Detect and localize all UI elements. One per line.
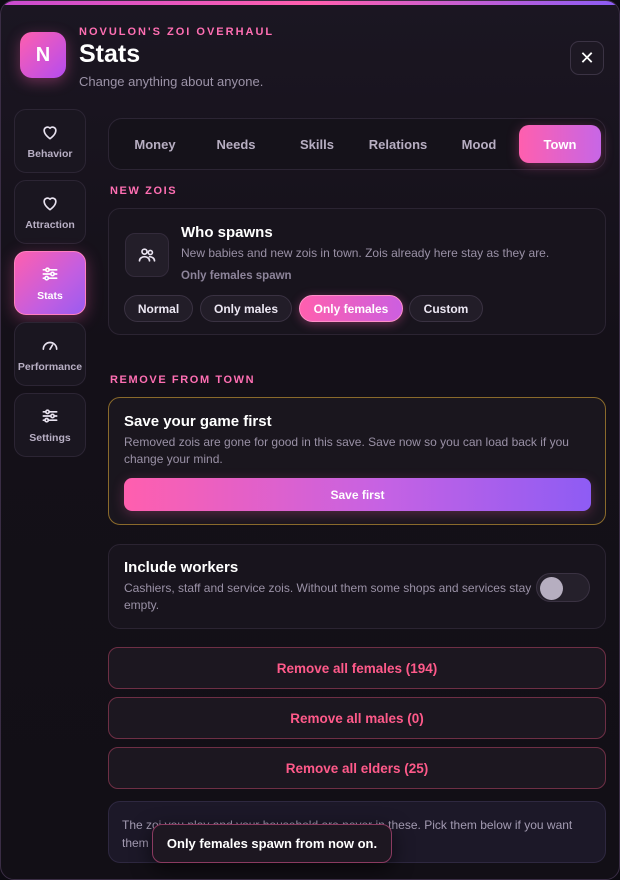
sidebar-item-label: Performance bbox=[17, 361, 83, 373]
sidebar-item-behavior[interactable]: Behavior bbox=[14, 109, 86, 173]
tab-needs[interactable]: Needs bbox=[196, 125, 276, 163]
save-warning-title: Save your game first bbox=[124, 413, 272, 430]
save-warning-description: Removed zois are gone for good in this s… bbox=[124, 435, 569, 466]
sidebar-item-label: Attraction bbox=[25, 219, 75, 231]
heart-outline-icon bbox=[43, 126, 57, 140]
section-label-new-zois: NEW ZOIS bbox=[110, 185, 178, 197]
tab-relations[interactable]: Relations bbox=[358, 125, 438, 163]
tab-bar: Money Needs Skills Relations Mood Town bbox=[108, 118, 606, 170]
spawn-option-custom[interactable]: Custom bbox=[409, 295, 483, 322]
include-workers-description: Cashiers, staff and service zois. Withou… bbox=[124, 581, 532, 612]
spawn-option-only-males[interactable]: Only males bbox=[200, 295, 292, 322]
include-workers-toggle[interactable] bbox=[536, 573, 590, 602]
sidebar-item-label: Settings bbox=[29, 432, 71, 444]
remove-all-females-button[interactable]: Remove all females (194) bbox=[108, 647, 606, 689]
include-workers-title: Include workers bbox=[124, 559, 239, 576]
spawn-option-normal[interactable]: Normal bbox=[124, 295, 193, 322]
app-kicker: NOVULON'S ZOI OVERHAUL bbox=[79, 26, 275, 38]
top-accent-bar bbox=[1, 1, 619, 5]
toggle-knob bbox=[540, 577, 563, 600]
sliders-icon bbox=[42, 409, 58, 423]
tab-mood[interactable]: Mood bbox=[439, 125, 519, 163]
tab-skills[interactable]: Skills bbox=[277, 125, 357, 163]
app-logo: N bbox=[20, 32, 66, 78]
who-spawns-description: New babies and new zois in town. Zois al… bbox=[181, 246, 550, 260]
sidebar-item-attraction[interactable]: Attraction bbox=[14, 180, 86, 244]
close-icon: ✕ bbox=[579, 47, 595, 68]
sidebar-item-label: Stats bbox=[37, 290, 63, 302]
sidebar-item-label: Behavior bbox=[27, 148, 73, 160]
spawn-option-only-females[interactable]: Only females bbox=[299, 295, 403, 322]
people-icon bbox=[125, 233, 169, 277]
include-workers-card: Include workers Cashiers, staff and serv… bbox=[108, 544, 606, 629]
sidebar-item-settings[interactable]: Settings bbox=[14, 393, 86, 457]
page-subtitle: Change anything about anyone. bbox=[79, 74, 264, 89]
sidebar-item-stats[interactable]: Stats bbox=[14, 251, 86, 315]
remove-all-elders-button[interactable]: Remove all elders (25) bbox=[108, 747, 606, 789]
stats-panel: N NOVULON'S ZOI OVERHAUL Stats Change an… bbox=[0, 0, 620, 880]
page-title: Stats bbox=[79, 40, 141, 68]
sliders-icon bbox=[42, 267, 58, 281]
who-spawns-card: Who spawns New babies and new zois in to… bbox=[108, 208, 606, 335]
gauge-icon bbox=[42, 341, 58, 350]
section-label-remove-from-town: REMOVE FROM TOWN bbox=[110, 374, 256, 386]
tab-money[interactable]: Money bbox=[115, 125, 195, 163]
heart-icon bbox=[43, 197, 57, 211]
who-spawns-title: Who spawns bbox=[181, 224, 273, 241]
save-first-button[interactable]: Save first bbox=[124, 478, 591, 511]
save-warning-card: Save your game first Removed zois are go… bbox=[108, 397, 606, 525]
toast-notification: Only females spawn from now on. bbox=[152, 824, 392, 863]
tab-town[interactable]: Town bbox=[519, 125, 601, 163]
who-spawns-status: Only females spawn bbox=[181, 270, 292, 282]
close-button[interactable]: ✕ bbox=[570, 41, 604, 75]
sidebar-item-performance[interactable]: Performance bbox=[14, 322, 86, 386]
remove-all-males-button[interactable]: Remove all males (0) bbox=[108, 697, 606, 739]
